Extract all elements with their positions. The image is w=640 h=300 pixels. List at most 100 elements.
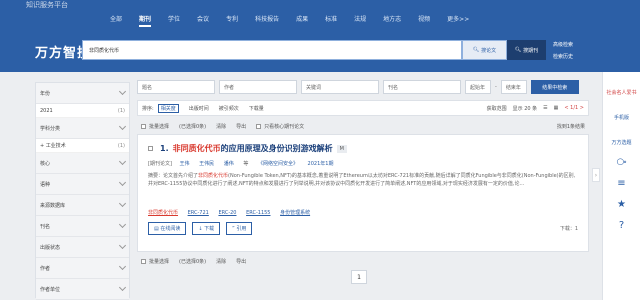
- nav-patent[interactable]: 专利: [226, 14, 238, 27]
- filter-journal-input[interactable]: 刊名: [383, 80, 461, 94]
- author-link[interactable]: 潘伟: [224, 161, 234, 167]
- issue-link[interactable]: 2021年1期: [308, 161, 334, 167]
- keyword-link[interactable]: ERC-1155: [246, 210, 270, 216]
- advanced-search-link[interactable]: 高级检索: [553, 39, 573, 51]
- sort-label: 排序:: [142, 105, 154, 112]
- keyword-link[interactable]: ERC-721: [188, 210, 209, 216]
- facet-author[interactable]: 作者: [36, 258, 129, 279]
- filter-author-input[interactable]: 作者: [219, 80, 297, 94]
- result-checkbox[interactable]: [148, 146, 153, 151]
- result-title-rest: 的应用原理及身份识别游戏解析: [220, 144, 333, 153]
- filter-title-input[interactable]: 题名: [137, 80, 215, 94]
- help-icon[interactable]: ?: [603, 220, 640, 231]
- facet-year-value: 2021: [40, 107, 53, 114]
- page-size-select[interactable]: 显示 20 条: [513, 105, 538, 112]
- facet-subject-count: (1): [117, 142, 125, 149]
- journal-link[interactable]: 《网络空间安全》: [258, 161, 298, 167]
- search-journal-label: 搜期刊: [523, 47, 539, 54]
- nav-more[interactable]: 更多>>: [447, 14, 469, 27]
- facet-source[interactable]: 来源数据库: [36, 195, 129, 216]
- right-float-panel: 社会名人爱书 手机版 万方选题 ⧂ ≡ ★ ?: [602, 72, 640, 300]
- author-link[interactable]: 王伟民: [199, 161, 214, 167]
- nav-degree[interactable]: 学位: [168, 14, 180, 27]
- facet-journal-label: 刊名: [40, 223, 51, 230]
- star-icon[interactable]: ★: [603, 199, 640, 210]
- author-link[interactable]: 王伟: [180, 161, 190, 167]
- rss-icon[interactable]: ≡: [603, 178, 640, 189]
- sort-relevance[interactable]: 相关度: [157, 103, 179, 113]
- sort-downloads[interactable]: 下载量: [249, 105, 264, 112]
- page-number-button[interactable]: 1: [351, 270, 367, 284]
- core-only-checkbox[interactable]: 只看核心期刊论文: [256, 123, 304, 130]
- chevron-right-icon[interactable]: ›: [592, 168, 600, 182]
- nav-achievement[interactable]: 成果: [296, 14, 308, 27]
- result-keywords: 非同质化代币 ERC-721 ERC-20 ERC-1155 身份管理系统: [148, 209, 578, 216]
- facet-subject[interactable]: 学科分类: [36, 118, 129, 139]
- sort-cited[interactable]: 被引频次: [219, 105, 239, 112]
- search-paper-button[interactable]: 🔍︎ 搜论文: [462, 40, 507, 60]
- nav-journal[interactable]: 期刊: [139, 14, 152, 27]
- mobile-version-link[interactable]: 手机版: [603, 115, 640, 122]
- facet-journal[interactable]: 刊名: [36, 216, 129, 237]
- export-button[interactable]: 导出: [236, 258, 246, 265]
- main-nav: 全部 期刊 学位 会议 专利 科技报告 成果 标准 法规 地方志 视频 更多>>: [110, 14, 486, 27]
- search-in-results-button[interactable]: 结果中检索: [530, 80, 579, 94]
- clear-button[interactable]: 清除: [216, 258, 226, 265]
- facet-status[interactable]: 出版状态: [36, 237, 129, 258]
- export-button[interactable]: 导出: [236, 123, 246, 130]
- facet-year[interactable]: 年份: [36, 83, 129, 104]
- fulltext-range-select[interactable]: 获取范围: [487, 105, 507, 112]
- filter-year-end[interactable]: 结束年: [500, 80, 527, 94]
- read-online-button[interactable]: ▤ 在线阅读: [148, 222, 187, 235]
- nav-law[interactable]: 法规: [354, 14, 366, 27]
- book-icon: ▤: [154, 226, 159, 232]
- result-count: 找到1条结果: [556, 123, 585, 130]
- clear-button[interactable]: 清除: [216, 123, 226, 130]
- nav-conference[interactable]: 会议: [197, 14, 209, 27]
- search-journal-button[interactable]: 🔍︎ 搜期刊: [507, 40, 546, 60]
- keyword-link[interactable]: ERC-20: [218, 210, 236, 216]
- chevron-down-icon: [118, 283, 127, 292]
- select-all-checkbox[interactable]: 批量选择: [141, 258, 169, 265]
- download-button[interactable]: ↓ 下载: [192, 222, 221, 235]
- chevron-down-icon: [118, 157, 127, 166]
- list-view-icon[interactable]: ☰: [543, 105, 547, 111]
- select-all-checkbox[interactable]: 批量选择: [141, 123, 169, 130]
- facet-subject-entry[interactable]: + 工业技术 (1): [36, 139, 129, 153]
- keyword-link[interactable]: 身份管理系统: [280, 210, 310, 216]
- author-etc: 等: [243, 161, 249, 167]
- facet-language[interactable]: 语种: [36, 174, 129, 195]
- nav-all[interactable]: 全部: [110, 14, 122, 27]
- nav-local[interactable]: 地方志: [383, 14, 401, 27]
- platform-logo[interactable]: 知识服务平台: [26, 0, 68, 10]
- select-all-label: 批量选择: [149, 258, 170, 265]
- chevron-down-icon: [118, 241, 127, 250]
- result-title[interactable]: 1. 非同质化代币的应用原理及身份识别游戏解析 M: [148, 143, 578, 154]
- select-all-label: 批量选择: [149, 123, 170, 130]
- result-item: 1. 非同质化代币的应用原理及身份识别游戏解析 M [期刊论文] 王伟 王伟民 …: [137, 134, 589, 252]
- facet-year-entry[interactable]: 2021 (1): [36, 104, 129, 118]
- facet-org[interactable]: 作者单位: [36, 279, 129, 300]
- filter-year-start[interactable]: 起始年: [465, 80, 491, 94]
- facet-core[interactable]: 核心: [36, 153, 129, 174]
- chevron-down-icon: [118, 262, 127, 271]
- facet-year-count: (1): [117, 107, 125, 114]
- grid-view-icon[interactable]: ▦: [554, 105, 559, 111]
- filter-keyword-input[interactable]: 关键词: [301, 80, 379, 94]
- nav-report[interactable]: 科技报告: [255, 14, 279, 27]
- facet-author-label: 作者: [40, 265, 51, 272]
- facet-org-label: 作者单位: [40, 286, 61, 293]
- celebrity-books-link[interactable]: 社会名人爱书: [603, 90, 640, 97]
- nav-video[interactable]: 视频: [418, 14, 430, 27]
- wanfang-topic-link[interactable]: 万方选题: [603, 140, 640, 147]
- sort-pubtime[interactable]: 出版时间: [189, 105, 209, 112]
- cite-button[interactable]: ” 引用: [226, 222, 253, 235]
- share-icon[interactable]: ⧂: [603, 157, 640, 168]
- keyword-link[interactable]: 非同质化代币: [148, 210, 178, 216]
- search-input[interactable]: [83, 41, 461, 59]
- search-history-link[interactable]: 检索历史: [553, 51, 573, 63]
- top-pager[interactable]: < 1/1 >: [564, 105, 584, 111]
- read-online-label: 在线阅读: [160, 226, 181, 232]
- facet-year-label: 年份: [40, 90, 51, 97]
- nav-standard[interactable]: 标准: [325, 14, 337, 27]
